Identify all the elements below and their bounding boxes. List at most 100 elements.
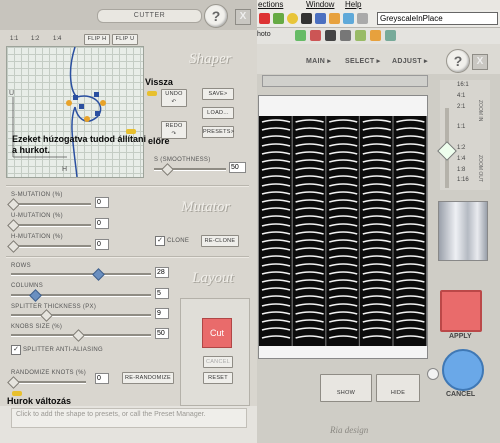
column-gap: [358, 116, 360, 346]
randomize-value[interactable]: 0: [95, 373, 109, 384]
close-button[interactable]: X: [235, 9, 251, 25]
apply-button[interactable]: [440, 290, 482, 332]
reclone-button[interactable]: RE-CLONE: [201, 235, 239, 247]
tab-main[interactable]: MAIN ▸: [306, 57, 331, 65]
brush-icon[interactable]: [315, 13, 326, 24]
undo-button[interactable]: UNDO ↶: [161, 89, 187, 107]
shape-curve[interactable]: [7, 47, 143, 177]
toolbar2-label: hoto: [257, 31, 271, 38]
cancel-round-label: CANCEL: [446, 391, 476, 398]
apply-label: APPLY: [449, 333, 472, 340]
tab-select[interactable]: SELECT ▸: [345, 57, 380, 65]
menu-window[interactable]: Window: [306, 0, 334, 9]
h-mutation-label: H-MUTATION (%): [11, 234, 63, 240]
graph-tab-1-2[interactable]: 1:2: [31, 33, 39, 45]
zoom-icon[interactable]: [340, 30, 351, 41]
shape-editor-graph[interactable]: [6, 46, 144, 178]
h-mutation-value[interactable]: 0: [95, 239, 109, 250]
sun-icon[interactable]: [287, 13, 298, 24]
mutator-section-title: Mutator: [181, 199, 231, 215]
hide-button[interactable]: HIDE: [376, 374, 420, 402]
eye-icon[interactable]: [325, 30, 336, 41]
column-gap: [392, 116, 394, 346]
s-mutation-label: S-MUTATION (%): [11, 192, 63, 198]
rows-value[interactable]: 28: [155, 267, 169, 278]
plugin-icon[interactable]: [385, 30, 396, 41]
preview-help-button[interactable]: ?: [446, 49, 470, 73]
graph-tab-1-1[interactable]: 1:1: [10, 33, 18, 45]
u-mutation-value[interactable]: 0: [95, 218, 109, 229]
grid-icon[interactable]: [357, 13, 368, 24]
zoom-level-2[interactable]: 2:1: [457, 104, 465, 110]
preview-close-button[interactable]: X: [472, 54, 488, 70]
column-gap: [426, 116, 427, 346]
zoom-level-4[interactable]: 4:1: [457, 93, 465, 99]
flip-u-button[interactable]: FLIP U: [112, 34, 138, 45]
u-mutation-track: [11, 224, 91, 227]
clone-checkbox[interactable]: ✓: [155, 236, 165, 246]
graph-tab-1-4[interactable]: 1:4: [53, 33, 61, 45]
save-button[interactable]: SAVE>: [202, 88, 234, 100]
cancel-button[interactable]: CANCEL: [203, 356, 233, 368]
help-button[interactable]: ?: [204, 4, 228, 28]
star-icon[interactable]: [370, 30, 381, 41]
menu-selections[interactable]: ections: [258, 0, 283, 9]
zoom-level-half[interactable]: 1:2: [457, 145, 465, 151]
zoom-out-label[interactable]: ZOOM OUT: [477, 155, 483, 182]
shaper-section-title: Shaper: [189, 51, 232, 67]
layers-icon[interactable]: [295, 30, 306, 41]
axis-h-label: H: [62, 166, 68, 173]
divider-1: [6, 185, 249, 187]
randomize-label: RANDOMIZE KNOTS (%): [11, 370, 87, 376]
preview-canvas[interactable]: [258, 95, 428, 359]
annotation-arrow-back: [147, 91, 157, 96]
zoom-level-eighth[interactable]: 1:8: [457, 167, 465, 173]
tab-adjust[interactable]: ADJUST ▸: [392, 57, 428, 65]
columns-value[interactable]: 5: [155, 288, 169, 299]
action-box: [180, 298, 250, 406]
divider-2: [6, 256, 249, 258]
filter-icon[interactable]: [343, 13, 354, 24]
zoom-slider-thumb[interactable]: [437, 141, 457, 161]
camera-icon[interactable]: [301, 13, 312, 24]
column-gap: [291, 116, 293, 346]
columns-label: COLUMNS: [11, 283, 44, 289]
zoom-level-quarter[interactable]: 1:4: [457, 156, 465, 162]
mode-select[interactable]: GreyscaleInPlace: [377, 12, 498, 25]
rows-label: ROWS: [11, 263, 31, 269]
clone-label: CLONE: [167, 238, 190, 244]
cancel-round-button[interactable]: [442, 349, 484, 391]
flip-h-button[interactable]: FLIP H: [84, 34, 110, 45]
zoom-level-sixteenth[interactable]: 1:16: [457, 177, 469, 183]
zoom-level-16[interactable]: 16:1: [457, 82, 469, 88]
smoothness-value[interactable]: 50: [229, 162, 246, 173]
antialias-checkbox[interactable]: ✓: [11, 345, 21, 355]
undo-label: UNDO: [165, 91, 183, 97]
tool-icon[interactable]: [329, 13, 340, 24]
s-mutation-value[interactable]: 0: [95, 197, 109, 208]
randomize-track: [11, 381, 86, 384]
host-toolbar-secondary: hoto: [255, 28, 500, 45]
reset-button[interactable]: RESET: [203, 372, 233, 384]
cut-button[interactable]: Cut: [202, 318, 232, 348]
annotation-drag-hint: Ezeket húzogatva tudod állítani a hurkot…: [12, 134, 147, 155]
s-mutation-track: [11, 203, 91, 206]
gear-icon[interactable]: [273, 13, 284, 24]
annotation-knots: Hurok változás: [7, 396, 72, 406]
mask-icon[interactable]: [355, 30, 366, 41]
zoom-level-1[interactable]: 1:1: [457, 124, 465, 130]
cutter-title: CUTTER: [97, 9, 202, 23]
load-button[interactable]: LOAD...: [202, 107, 234, 119]
thickness-value[interactable]: 9: [155, 308, 169, 319]
presets-button[interactable]: PRESETS>: [202, 126, 234, 138]
palette-icon[interactable]: [259, 13, 270, 24]
menu-help[interactable]: Help: [345, 0, 361, 9]
texture-preview-cylinder: [438, 201, 488, 261]
zoom-in-label[interactable]: ZOOM IN: [477, 100, 483, 121]
show-button[interactable]: SHOW: [320, 374, 372, 402]
signature: Ria design: [330, 425, 369, 435]
knobs-size-value[interactable]: 50: [155, 328, 169, 339]
status-message: Click to add the shape to presets, or ca…: [11, 408, 247, 428]
rerandomize-button[interactable]: RE-RANDOMIZE: [122, 372, 174, 384]
paint-icon[interactable]: [310, 30, 321, 41]
